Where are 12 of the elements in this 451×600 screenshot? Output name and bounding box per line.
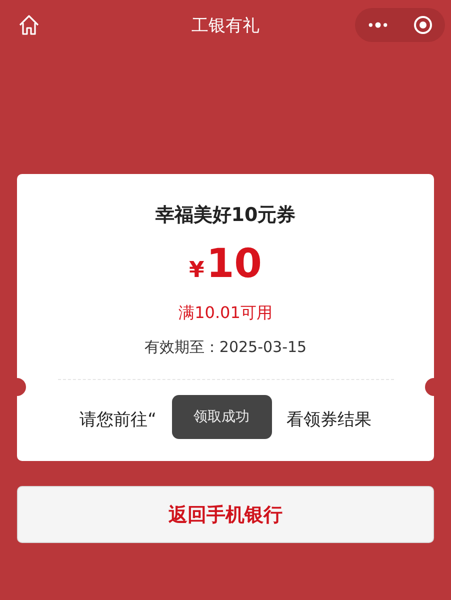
home-icon[interactable]	[17, 13, 41, 37]
back-button[interactable]: 返回手机银行	[17, 486, 434, 543]
instruction-text: 看领券结果	[286, 409, 372, 431]
toast: 领取成功	[172, 395, 272, 439]
coupon-amount: ¥10	[189, 240, 262, 289]
instruction-text: 请您前往“	[80, 409, 156, 431]
more-icon[interactable]	[367, 21, 389, 29]
page-title: 工银有礼	[192, 14, 260, 36]
close-icon[interactable]	[413, 15, 433, 35]
coupon-condition: 满10.01可用	[178, 303, 272, 324]
validity-date: 有效期至：2025-03-15	[144, 338, 307, 357]
coupon-name: 幸福美好10元券	[155, 203, 296, 228]
